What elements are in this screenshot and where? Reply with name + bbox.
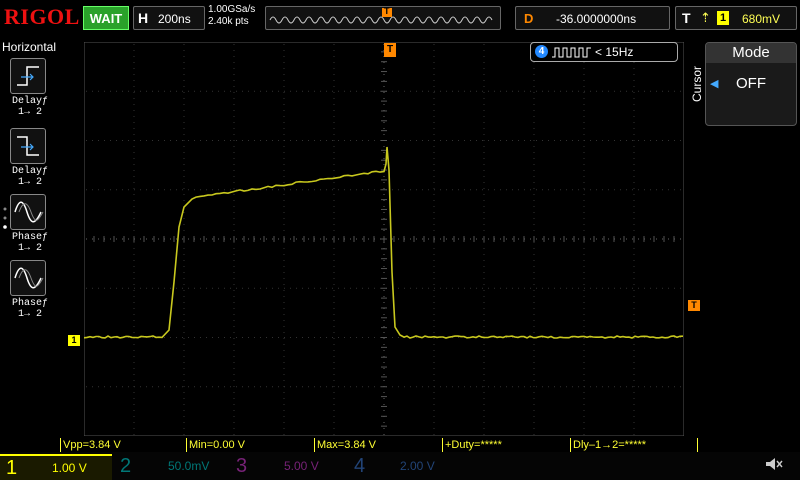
memory-position-bar[interactable]: T	[265, 6, 501, 30]
delay-fall-icon	[10, 128, 46, 164]
measure-max[interactable]: Max=3.84 V	[314, 438, 442, 452]
channel-1-scale: 1.00 V	[52, 460, 87, 476]
trigger-source-badge: 1	[717, 11, 729, 25]
channel-1-ground-marker[interactable]: 1	[68, 335, 80, 346]
menu-item-phase-rise[interactable]: Phaseƒ 1→ 2	[10, 194, 50, 254]
trigger-level-marker[interactable]: T	[688, 300, 700, 311]
graticule	[84, 42, 684, 436]
menu-item-label: Delayƒ	[10, 166, 50, 177]
delay-label: D	[524, 11, 533, 26]
mode-title: Mode	[706, 43, 796, 63]
menu-item-label: Delayƒ	[10, 96, 50, 107]
pulse-train-icon	[551, 46, 593, 59]
channel-4-number: 4	[354, 454, 365, 478]
counter-value: < 15Hz	[595, 45, 633, 59]
channel-2-scale: 50.0mV	[168, 458, 209, 474]
speaker-mute-icon[interactable]	[764, 456, 784, 477]
frequency-counter: 4 < 15Hz	[530, 42, 678, 62]
measure-delay[interactable]: Dly–1→2=*****	[570, 438, 698, 452]
mode-value: OFF	[706, 75, 796, 92]
menu-item-phase-fall[interactable]: Phaseƒ 1→ 2	[10, 260, 50, 320]
channel-3-tab[interactable]: 3 5.00 V	[232, 454, 344, 478]
menu-item-sub: 1→ 2	[10, 177, 50, 188]
trigger-box[interactable]: T ⇡ 1 680mV	[675, 6, 797, 30]
phase-rise-icon	[10, 194, 46, 230]
sample-rate: 1.00GSa/s	[208, 4, 255, 16]
measure-duty[interactable]: +Duty=*****	[442, 438, 570, 452]
measure-min[interactable]: Min=0.00 V	[186, 438, 314, 452]
cursor-mode-softkey[interactable]: Mode ◀ OFF	[705, 42, 797, 126]
channel-2-number: 2	[120, 454, 131, 478]
menu-item-label: Phaseƒ	[10, 298, 50, 309]
memory-depth: 2.40k pts	[208, 16, 255, 28]
trigger-label: T	[682, 10, 691, 26]
phase-fall-icon	[10, 260, 46, 296]
menu-item-delay-fall[interactable]: Delayƒ 1→ 2	[10, 128, 50, 188]
timebase-box[interactable]: H 200ns	[133, 6, 205, 30]
menu-item-sub: 1→ 2	[10, 107, 50, 118]
measure-vpp[interactable]: Vpp=3.84 V	[60, 438, 186, 452]
channel-4-scale: 2.00 V	[400, 458, 435, 474]
waveform-display[interactable]	[84, 42, 684, 436]
timebase-value: 200ns	[158, 12, 191, 26]
cursor-menu-label: Cursor	[690, 66, 704, 102]
channel-2-tab[interactable]: 2 50.0mV	[116, 454, 226, 478]
delay-value: -36.0000000ns	[556, 12, 636, 26]
menu-page-dots[interactable]	[2, 206, 8, 236]
channel-3-scale: 5.00 V	[284, 458, 319, 474]
channel-1-tab[interactable]: 1 1.00 V	[0, 454, 112, 480]
trigger-position-marker[interactable]: T	[384, 43, 396, 57]
memory-trigger-marker: T	[384, 6, 390, 16]
run-state-badge[interactable]: WAIT	[83, 6, 129, 30]
delay-rise-icon	[10, 58, 46, 94]
acquisition-info: 1.00GSa/s 2.40k pts	[208, 4, 255, 28]
menu-item-sub: 1→ 2	[10, 243, 50, 254]
horizontal-menu: Delayƒ 1→ 2 Delayƒ 1→ 2 Phaseƒ 1→ 2 Phas…	[0, 56, 62, 436]
trigger-level: 680mV	[742, 12, 780, 26]
menu-item-sub: 1→ 2	[10, 309, 50, 320]
channel-4-tab[interactable]: 4 2.00 V	[350, 454, 462, 478]
delay-box[interactable]: D -36.0000000ns	[515, 6, 670, 30]
counter-channel-badge: 4	[535, 45, 548, 58]
menu-item-delay-rise[interactable]: Delayƒ 1→ 2	[10, 58, 50, 118]
channel-3-number: 3	[236, 454, 247, 478]
menu-item-label: Phaseƒ	[10, 232, 50, 243]
memory-waveform-preview	[266, 7, 500, 29]
horizontal-label: H	[138, 10, 148, 26]
rising-edge-icon: ⇡	[700, 10, 711, 26]
brand-logo: RIGOL	[4, 4, 80, 30]
menu-title: Horizontal	[2, 40, 56, 54]
channel-1-number: 1	[6, 456, 17, 480]
